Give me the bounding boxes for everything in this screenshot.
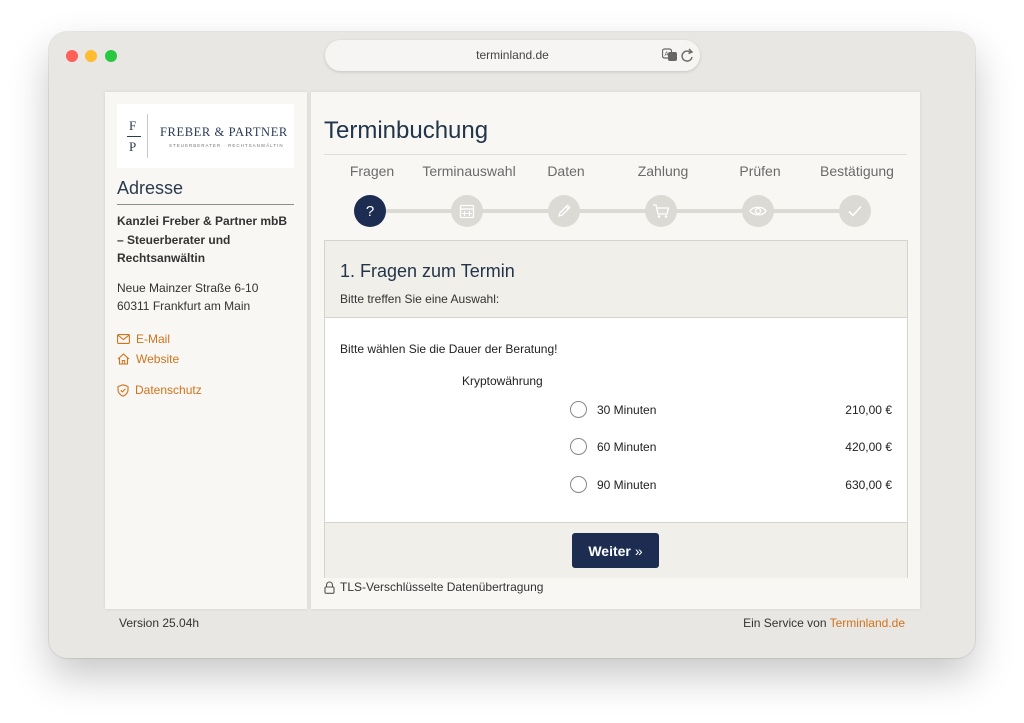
terminland-link[interactable]: Terminland.de xyxy=(830,616,905,630)
option-group-label: Kryptowährung xyxy=(462,374,543,388)
home-icon xyxy=(117,353,130,365)
step-label-terminauswahl: Terminauswahl xyxy=(422,163,516,179)
shield-icon xyxy=(117,383,129,397)
address-heading: Adresse xyxy=(117,178,184,198)
email-link-label: E-Mail xyxy=(136,332,171,346)
envelope-icon xyxy=(117,334,130,344)
url-text: terminland.de xyxy=(476,48,549,62)
question-icon: ? xyxy=(365,202,375,220)
step-pruefen xyxy=(742,195,774,227)
radio-30-minuten[interactable] xyxy=(570,401,587,418)
website-link-label: Website xyxy=(136,352,180,366)
card-header: 1. Fragen zum Termin Bitte treffen Sie e… xyxy=(325,241,907,318)
step-label-fragen: Fragen xyxy=(349,163,395,179)
card-title: 1. Fragen zum Termin xyxy=(340,261,515,281)
logo-initial-p: P xyxy=(129,139,137,154)
logo-divider xyxy=(127,136,141,137)
address-street: Neue Mainzer Straße 6-10 xyxy=(117,281,259,295)
version-label: Version 25.04h xyxy=(119,616,200,630)
service-credit-prefix: Ein Service von xyxy=(743,616,827,630)
double-chevron-right-icon: » xyxy=(634,542,643,559)
company-logo: F P FREBER & PARTNER STEUERBERATER · REC… xyxy=(117,104,294,168)
lock-icon xyxy=(324,581,335,594)
tls-notice-text: TLS-Verschlüsselte Datenübertragung xyxy=(340,580,544,594)
eye-icon xyxy=(749,206,767,216)
calendar-icon xyxy=(459,204,475,219)
step-daten xyxy=(548,195,580,227)
radio-60-minuten[interactable] xyxy=(570,438,587,455)
zoom-window-button[interactable] xyxy=(105,50,117,62)
card-footer: Weiter » xyxy=(325,522,907,578)
tls-notice: TLS-Verschlüsselte Datenübertragung xyxy=(324,580,543,594)
sidebar: F P FREBER & PARTNER STEUERBERATER · REC… xyxy=(105,92,307,609)
privacy-link[interactable]: Datenschutz xyxy=(117,383,202,397)
company-name: Kanzlei Freber & Partner mbB – Steuerber… xyxy=(117,214,288,265)
step-label-pruefen: Prüfen xyxy=(739,163,781,179)
option-label: 60 Minuten xyxy=(597,440,657,454)
address-bar[interactable]: terminland.de A xyxy=(325,40,700,71)
step-label-zahlung: Zahlung xyxy=(637,163,689,179)
logo-initial-f: F xyxy=(129,118,137,133)
option-60-minuten[interactable]: 60 Minuten 420,00 € xyxy=(570,438,892,460)
logo-vertical-rule xyxy=(147,114,148,158)
address-city: 60311 Frankfurt am Main xyxy=(117,299,251,313)
check-icon xyxy=(848,205,862,217)
progress-track xyxy=(370,209,856,213)
option-label: 30 Minuten xyxy=(597,403,657,417)
logo-tagline: STEUERBERATER · RECHTSANWÄLTIN xyxy=(169,143,284,148)
option-label: 90 Minuten xyxy=(597,478,657,492)
step-label-daten: Daten xyxy=(547,163,585,179)
next-button-label: Weiter xyxy=(588,542,631,559)
website-link[interactable]: Website xyxy=(117,352,179,366)
address-divider xyxy=(117,204,294,205)
close-window-button[interactable] xyxy=(66,50,78,62)
privacy-link-label: Datenschutz xyxy=(135,383,202,397)
email-link[interactable]: E-Mail xyxy=(117,332,170,346)
title-divider xyxy=(324,154,907,155)
option-90-minuten[interactable]: 90 Minuten 630,00 € xyxy=(570,476,892,498)
cart-icon xyxy=(653,204,670,218)
step-fragen: ? xyxy=(354,195,386,227)
option-30-minuten[interactable]: 30 Minuten 210,00 € xyxy=(570,401,892,423)
browser-window: terminland.de A F P FREBER & PARTNER STE… xyxy=(49,32,975,658)
booking-panel: Terminbuchung Fragen Terminauswahl Daten… xyxy=(311,92,920,609)
step-zahlung xyxy=(645,195,677,227)
pencil-icon xyxy=(558,204,571,217)
step-terminauswahl xyxy=(451,195,483,227)
option-price: 210,00 € xyxy=(845,403,892,417)
duration-question: Bitte wählen Sie die Dauer der Beratung! xyxy=(340,342,558,356)
minimize-window-button[interactable] xyxy=(85,50,97,62)
radio-90-minuten[interactable] xyxy=(570,476,587,493)
step-label-bestaetigung: Bestätigung xyxy=(820,163,894,179)
card-subtitle: Bitte treffen Sie eine Auswahl: xyxy=(340,292,500,306)
question-card: 1. Fragen zum Termin Bitte treffen Sie e… xyxy=(324,240,908,578)
page-title: Terminbuchung xyxy=(324,117,489,144)
service-credit: Ein Service von Terminland.de xyxy=(743,616,905,630)
option-price: 420,00 € xyxy=(845,440,892,454)
next-button[interactable]: Weiter » xyxy=(572,533,659,568)
reload-icon[interactable] xyxy=(680,47,694,63)
translate-icon[interactable]: A xyxy=(662,48,678,62)
logo-name: FREBER & PARTNER xyxy=(160,125,288,139)
option-price: 630,00 € xyxy=(845,478,892,492)
step-bestaetigung xyxy=(839,195,871,227)
